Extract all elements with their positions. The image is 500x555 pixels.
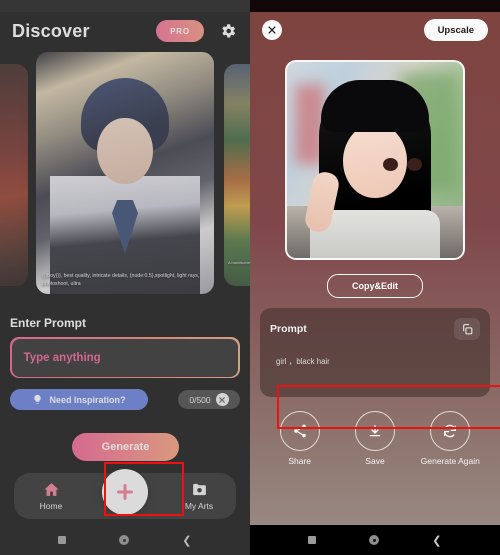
- chevron-left-icon[interactable]: ❮: [432, 534, 441, 547]
- tab-home[interactable]: Home: [14, 481, 88, 511]
- create-new-button[interactable]: [102, 469, 148, 515]
- character-count-text: 0/500: [189, 394, 211, 405]
- carousel-card-next[interactable]: A handsome greenf: [224, 64, 250, 286]
- prompt-input-placeholder[interactable]: Type anything: [24, 352, 101, 364]
- generate-again-button[interactable]: Generate Again: [413, 411, 488, 467]
- circle-icon[interactable]: [119, 535, 130, 545]
- carousel-card-caption: A handsome greenf: [228, 260, 250, 265]
- generated-image[interactable]: [285, 60, 465, 260]
- square-icon[interactable]: [58, 536, 67, 544]
- image-subject-eye-left: [383, 158, 398, 171]
- android-navigation-bar: ❮: [250, 525, 500, 555]
- image-subject-eye-right: [407, 158, 422, 171]
- share-button[interactable]: Share: [262, 411, 337, 467]
- tab-my-arts[interactable]: My Arts: [162, 481, 236, 511]
- pro-badge[interactable]: PRO: [156, 20, 204, 42]
- status-bar: [0, 0, 250, 12]
- prompt-controls-row: Need Inspiration? 0/500: [10, 389, 240, 411]
- status-bar: [250, 0, 500, 12]
- lightbulb-icon: [32, 394, 43, 405]
- chevron-left-icon[interactable]: ❮: [182, 534, 191, 547]
- card-artwork-face: [97, 118, 153, 184]
- copy-icon[interactable]: [454, 318, 480, 340]
- save-button[interactable]: Save: [337, 411, 412, 467]
- need-inspiration-button[interactable]: Need Inspiration?: [10, 389, 148, 411]
- prompt-text-value: girl ，black hair: [276, 357, 330, 366]
- character-counter: 0/500: [178, 390, 240, 410]
- save-label: Save: [365, 456, 385, 466]
- discover-header: Discover PRO: [0, 12, 250, 50]
- result-screen: Upscale Copy&Edit Prompt girl ，black hai…: [250, 0, 500, 555]
- discover-screen: Discover PRO A handsome greenf (((boy)))…: [0, 0, 250, 555]
- square-icon[interactable]: [308, 536, 317, 544]
- refresh-icon: [430, 411, 471, 451]
- tab-my-arts-label: My Arts: [184, 501, 214, 511]
- carousel-card-active[interactable]: (((boy))), best quality, intricate detai…: [36, 52, 214, 294]
- need-inspiration-label: Need Inspiration?: [49, 394, 126, 405]
- carousel-card-previous[interactable]: [0, 64, 28, 286]
- gear-icon[interactable]: [218, 21, 238, 41]
- circle-icon[interactable]: [369, 535, 380, 545]
- discover-carousel[interactable]: A handsome greenf (((boy))), best qualit…: [0, 52, 250, 302]
- close-icon[interactable]: [215, 393, 229, 407]
- prompt-text-field[interactable]: girl ，black hair: [270, 351, 480, 385]
- page-title: Discover: [12, 20, 90, 41]
- dual-panel-screenshot: Discover PRO A handsome greenf (((boy)))…: [0, 0, 500, 555]
- carousel-card-caption: (((boy))), best quality, intricate detai…: [42, 272, 200, 287]
- prompt-input-wrapper[interactable]: Type anything: [10, 337, 240, 379]
- enter-prompt-label: Enter Prompt: [10, 316, 87, 330]
- share-label: Share: [288, 456, 311, 466]
- android-navigation-bar: ❮: [0, 525, 250, 555]
- prompt-card-label: Prompt: [270, 323, 307, 335]
- result-header: Upscale: [250, 12, 500, 48]
- prompt-card: Prompt girl ，black hair: [260, 308, 490, 397]
- share-icon: [279, 411, 320, 451]
- tab-home-label: Home: [39, 501, 63, 511]
- close-icon[interactable]: [262, 20, 282, 40]
- upscale-button[interactable]: Upscale: [423, 19, 488, 41]
- action-buttons-row: Share Save Generate Again: [262, 411, 488, 467]
- generate-button[interactable]: Generate: [72, 433, 179, 461]
- download-icon: [354, 411, 395, 451]
- generate-again-label: Generate Again: [420, 456, 480, 466]
- bottom-tab-bar: Home My Arts: [14, 469, 236, 519]
- image-subject-bangs: [321, 80, 429, 132]
- copy-edit-button[interactable]: Copy&Edit: [327, 274, 423, 298]
